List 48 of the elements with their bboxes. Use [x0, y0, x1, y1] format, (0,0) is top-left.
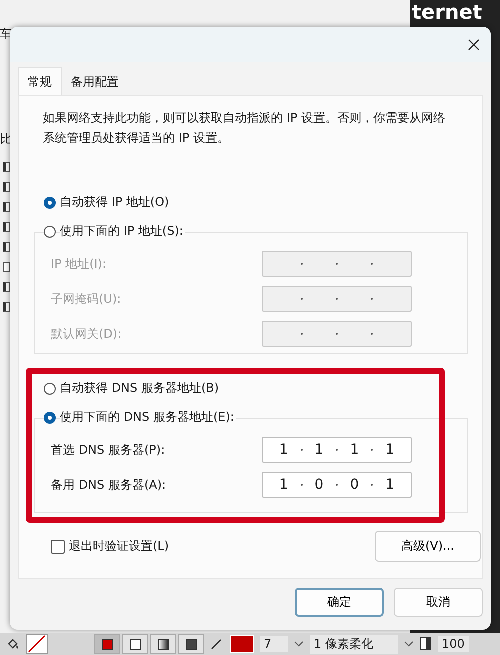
radio-button[interactable] — [44, 412, 56, 424]
caret-icon[interactable] — [294, 641, 304, 647]
checkbox[interactable] — [3, 242, 10, 252]
checkbox[interactable] — [3, 182, 10, 192]
paint-bucket-icon[interactable] — [6, 637, 20, 651]
opacity-icon[interactable] — [420, 637, 432, 651]
fill-mode-button[interactable] — [94, 634, 120, 654]
radio-label: 使用下面的 DNS 服务器地址(E): — [60, 409, 236, 426]
field-label: 默认网关(D): — [51, 326, 122, 342]
advanced-button[interactable]: 高级(V)... — [375, 531, 481, 562]
feather-dropdown[interactable]: 1 像素柔化 — [310, 634, 398, 654]
pencil-icon[interactable] — [210, 637, 224, 651]
description-text: 如果网络支持此功能，则可以获取自动指派的 IP 设置。否则，你需要从网络系统管理员处获得适当的 IP 设置。 — [42, 110, 446, 147]
tab[interactable]: 备用配置 — [62, 67, 128, 95]
field-label: 子网掩码(U): — [51, 290, 122, 308]
radio-button[interactable] — [44, 382, 56, 394]
checkbox-label: 退出时验证设置(L) — [69, 538, 172, 555]
checkbox[interactable] — [3, 262, 10, 272]
field-label: 备用 DNS 服务器(A): — [51, 476, 166, 494]
ip-address-field[interactable]: 1 1 1 1 — [262, 437, 412, 463]
cancel-button[interactable]: 取消 — [394, 588, 483, 617]
caret-icon[interactable] — [404, 641, 414, 647]
checkbox[interactable] — [3, 302, 10, 312]
fill-mode-button[interactable] — [178, 634, 204, 654]
checkbox[interactable] — [3, 282, 10, 292]
radio-button[interactable] — [44, 196, 56, 208]
close-icon[interactable] — [468, 38, 480, 50]
fill-mode-button[interactable] — [122, 634, 148, 654]
color-swatch[interactable] — [230, 635, 254, 653]
ip-address-field[interactable]: 1 0 0 1 — [262, 472, 412, 498]
radio-label: 使用下面的 IP 地址(S): — [60, 223, 186, 240]
field-label: 首选 DNS 服务器(P): — [51, 442, 166, 458]
radio-button[interactable] — [44, 226, 56, 238]
tab[interactable]: 常规 — [18, 67, 62, 95]
checkbox[interactable] — [3, 222, 10, 232]
no-color-swatch[interactable] — [26, 634, 48, 654]
checkbox[interactable] — [3, 202, 10, 212]
stroke-width-field[interactable]: 7 — [260, 636, 288, 652]
background-text: 车 — [0, 26, 12, 43]
fill-mode-button[interactable] — [150, 634, 176, 654]
opacity-field[interactable]: 100 — [438, 636, 469, 652]
background-title: ternet — [412, 0, 482, 24]
checkbox[interactable] — [3, 162, 10, 172]
ok-button[interactable]: 确定 — [295, 588, 384, 617]
radio-label: 自动获得 IP 地址(O) — [60, 194, 172, 211]
radio-label: 自动获得 DNS 服务器地址(B) — [60, 380, 222, 397]
field-label: IP 地址(I): — [51, 256, 107, 272]
checkbox[interactable] — [51, 540, 65, 554]
